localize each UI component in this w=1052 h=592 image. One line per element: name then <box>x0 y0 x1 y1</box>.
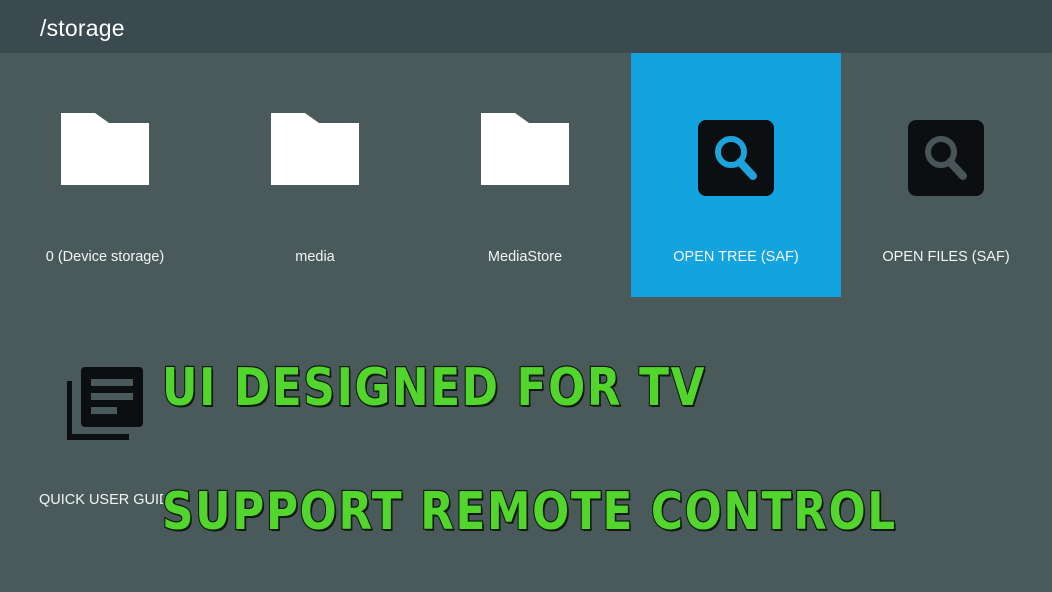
promo-headline-tv: UI DESIGNED FOR TV <box>161 357 707 420</box>
tile-label: OPEN TREE (SAF) <box>673 249 799 265</box>
folder-icon <box>210 113 420 199</box>
tile-label: OPEN FILES (SAF) <box>882 249 1010 265</box>
tile-label: QUICK USER GUIDE <box>39 492 163 508</box>
tile-mediastore[interactable]: MediaStore <box>420 53 630 297</box>
tile-device-storage[interactable]: 0 (Device storage) <box>0 53 210 297</box>
search-icon <box>631 113 841 199</box>
promo-headline-remote: SUPPORT REMOTE CONTROL <box>161 481 897 544</box>
tile-open-tree-saf[interactable]: OPEN TREE (SAF) <box>631 53 841 297</box>
top-bar: /storage <box>0 0 1052 53</box>
folder-icon <box>420 113 630 199</box>
folder-icon <box>0 113 210 199</box>
tile-label: media <box>295 249 335 265</box>
library-books-icon <box>66 365 147 441</box>
search-icon <box>841 113 1051 199</box>
tile-label: MediaStore <box>487 249 563 265</box>
current-path: /storage <box>40 15 125 41</box>
tile-label: 0 (Device storage) <box>45 249 165 265</box>
tile-media[interactable]: media <box>210 53 420 297</box>
tile-open-files-saf[interactable]: OPEN FILES (SAF) <box>841 53 1051 297</box>
